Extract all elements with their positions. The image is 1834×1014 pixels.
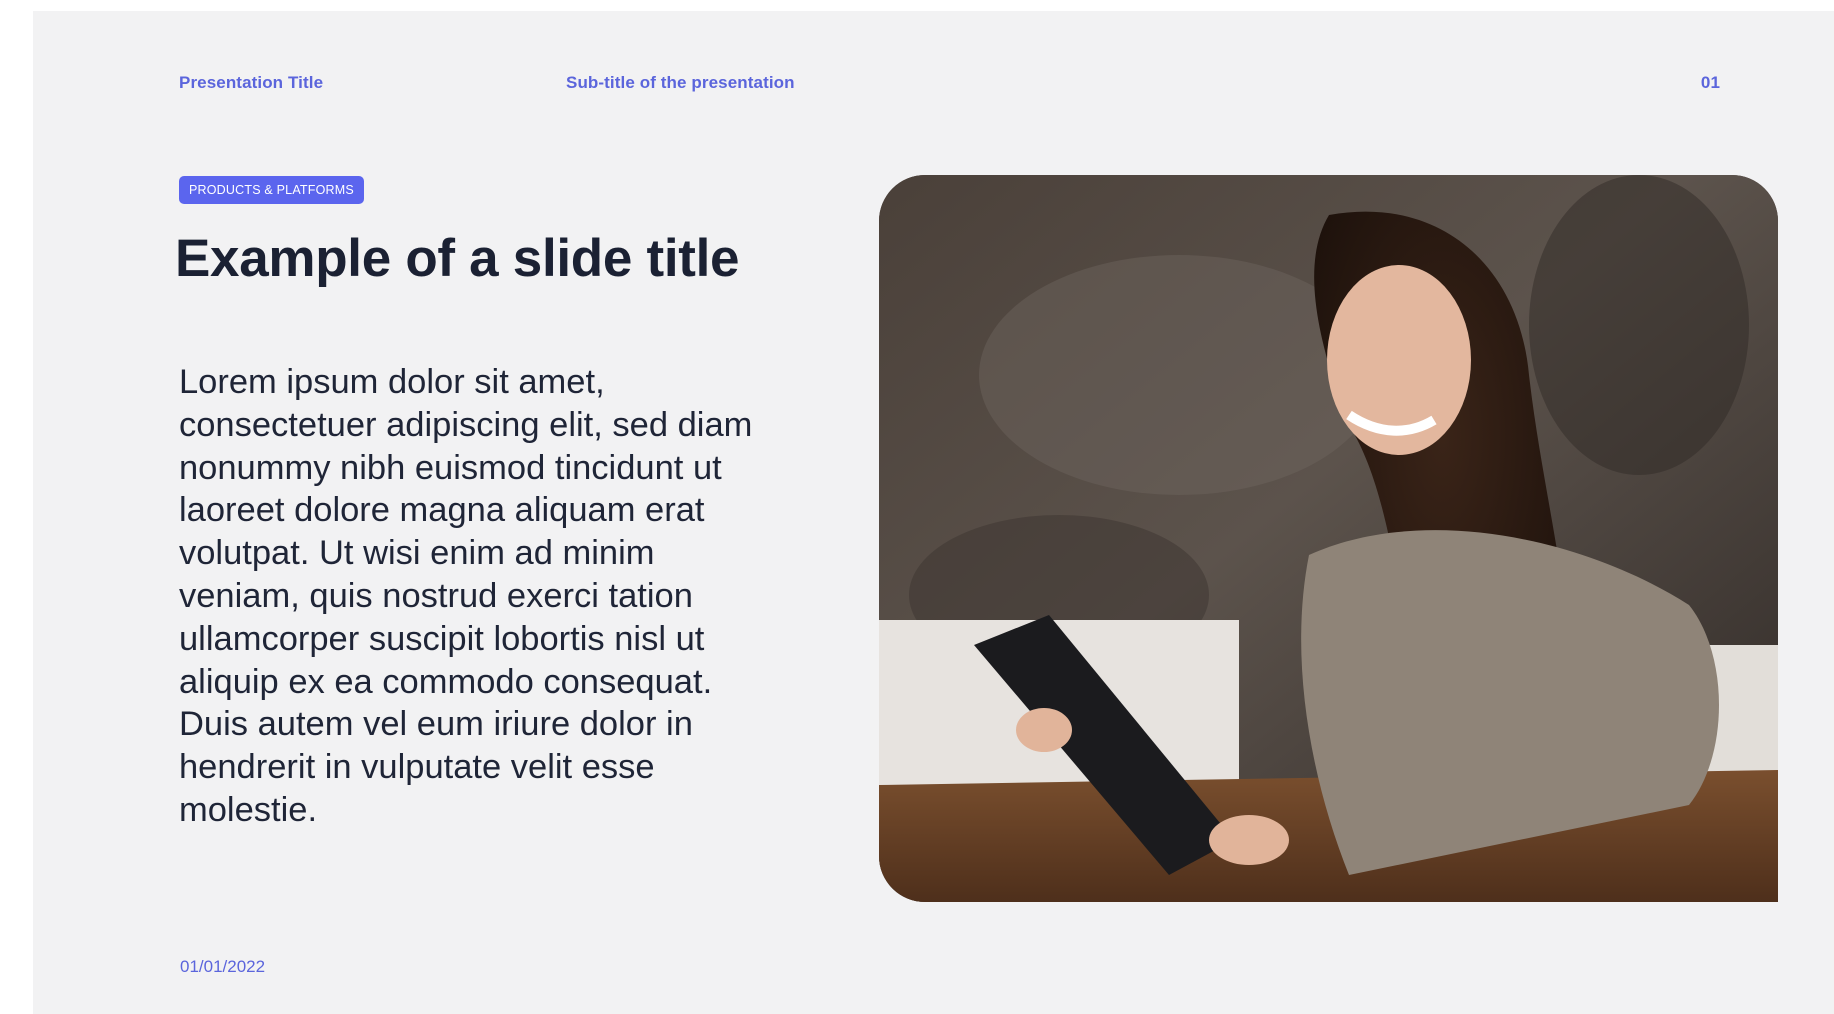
slide: Presentation Title Sub-title of the pres… (33, 11, 1834, 1014)
slide-date: 01/01/2022 (180, 957, 266, 976)
presentation-title: Presentation Title (179, 73, 324, 92)
slide-number: 01 (1700, 73, 1720, 92)
slide-photo (879, 175, 1778, 902)
category-tag: PRODUCTS & PLATFORMS (179, 176, 364, 204)
presentation-subtitle: Sub-title of the presentation (566, 73, 795, 92)
slide-title: Example of a slide title (175, 229, 740, 288)
photo-illustration (879, 175, 1778, 902)
slide-body-text: Lorem ipsum dolor sit amet, consectetuer… (179, 363, 753, 829)
